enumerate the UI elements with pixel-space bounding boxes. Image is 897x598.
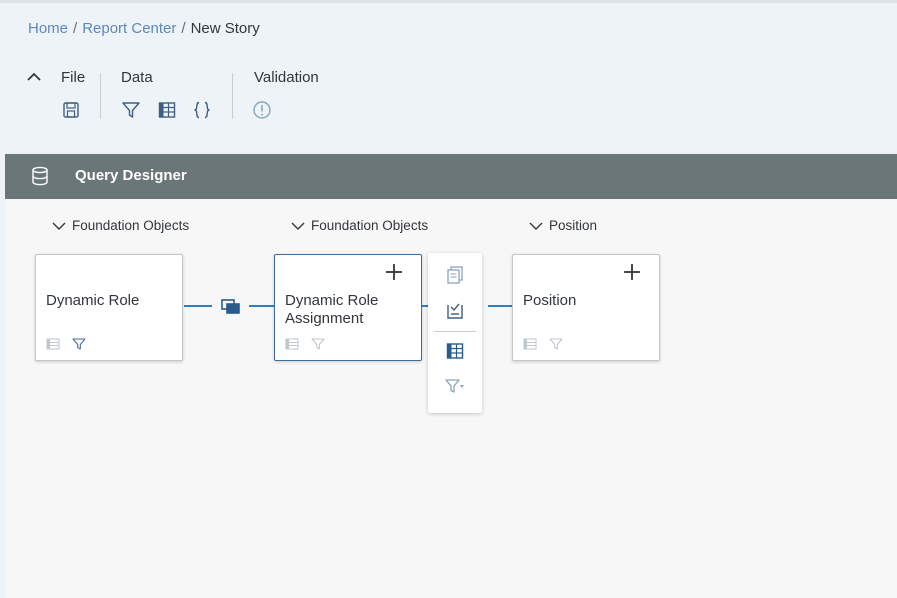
breadcrumb-current: New Story — [190, 20, 260, 37]
exclamation-icon[interactable] — [252, 100, 272, 120]
source-label-1[interactable]: Foundation Objects — [52, 218, 189, 233]
filter-icon[interactable] — [72, 337, 86, 351]
toolbar-separator — [100, 73, 101, 119]
node-dynamic-role[interactable]: Dynamic Role — [35, 254, 183, 361]
filter-icon[interactable] — [121, 100, 141, 120]
filter-icon[interactable] — [311, 337, 325, 351]
validation-group-label: Validation — [254, 69, 319, 86]
node-title: Dynamic Role Assignment — [285, 292, 379, 327]
breadcrumb-report-center[interactable]: Report Center — [82, 20, 176, 37]
breadcrumb-separator: / — [181, 20, 186, 37]
database-icon — [32, 166, 48, 186]
source-label-text: Foundation Objects — [72, 218, 190, 233]
node-position[interactable]: Position — [512, 254, 660, 361]
top-border — [0, 0, 897, 3]
popover-separator — [434, 331, 476, 332]
source-label-2[interactable]: Foundation Objects — [291, 218, 428, 233]
table-icon[interactable] — [46, 337, 60, 351]
chevron-down-icon — [529, 222, 543, 230]
plus-icon[interactable] — [385, 263, 403, 281]
braces-icon[interactable] — [192, 100, 212, 120]
node-title: Dynamic Role — [46, 292, 140, 309]
node-actions-popover — [428, 253, 482, 413]
copy-icon[interactable] — [445, 265, 465, 285]
data-group-label: Data — [121, 69, 153, 86]
save-icon[interactable] — [61, 100, 81, 120]
table-icon[interactable] — [523, 337, 537, 351]
chevron-up-icon[interactable] — [25, 68, 43, 86]
file-group-label: File — [61, 69, 86, 86]
connector-line — [184, 305, 212, 307]
toolbar-separator — [232, 73, 233, 119]
chevron-down-icon — [52, 222, 66, 230]
source-label-text: Position — [549, 218, 598, 233]
source-label-3[interactable]: Position — [529, 218, 597, 233]
node-dynamic-role-assignment[interactable]: Dynamic Role Assignment — [274, 254, 422, 361]
table-icon[interactable] — [285, 337, 299, 351]
chevron-down-icon — [291, 222, 305, 230]
table-icon[interactable] — [157, 100, 177, 120]
plus-icon[interactable] — [623, 263, 641, 281]
join-icon[interactable] — [221, 298, 241, 316]
breadcrumb-separator: / — [73, 20, 78, 37]
connector-line — [249, 305, 275, 307]
source-label-text: Foundation Objects — [311, 218, 429, 233]
breadcrumb-home[interactable]: Home — [28, 20, 68, 37]
filter-dropdown-icon[interactable] — [445, 376, 465, 396]
filter-icon[interactable] — [549, 337, 563, 351]
query-designer-title: Query Designer — [75, 167, 187, 184]
select-fields-icon[interactable] — [445, 301, 465, 321]
node-title: Position — [523, 292, 577, 309]
breadcrumb: Home / Report Center / New Story — [28, 20, 260, 37]
table-icon[interactable] — [445, 341, 465, 361]
connector-line — [488, 305, 512, 307]
query-designer-bar: Query Designer — [5, 154, 897, 199]
